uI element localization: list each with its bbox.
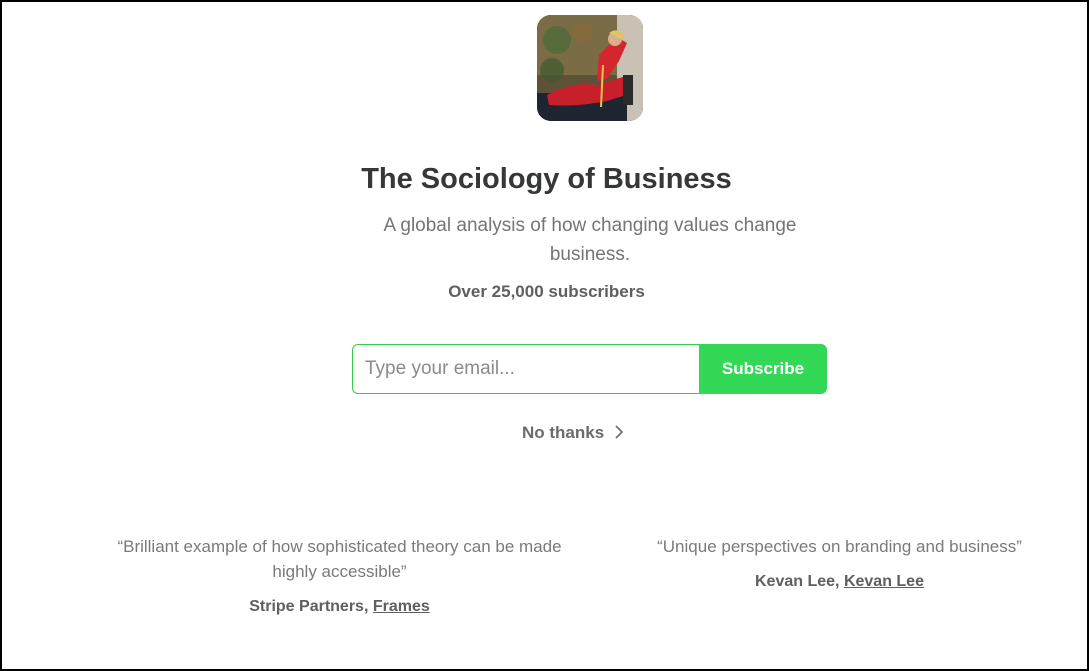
subscribe-button[interactable]: Subscribe [699,344,827,394]
publication-title: The Sociology of Business [361,163,732,195]
signup-form: Subscribe [352,344,827,394]
publication-subtitle: A global analysis of how changing values… [383,215,797,265]
testimonial-source-link[interactable]: Kevan Lee [844,573,924,590]
no-thanks-label: No thanks [522,423,605,442]
no-thanks-link[interactable]: No thanks [522,421,624,445]
subscriber-count: Over 25,000 subscribers [448,282,645,301]
logo-image [537,15,643,121]
testimonial-author: Kevan Lee, [755,573,844,590]
publication-logo [537,15,643,121]
subscribe-page: The Sociology of Business A global analy… [0,0,1089,671]
testimonial-author: Stripe Partners, [249,598,373,615]
email-input[interactable] [352,344,699,394]
testimonial-attribution: Kevan Lee, Kevan Lee [622,571,1057,593]
chevron-right-icon [614,423,624,444]
testimonial-source-link[interactable]: Frames [373,598,430,615]
testimonial-attribution: Stripe Partners, Frames [102,596,577,618]
testimonial-quote: “Brilliant example of how sophisticated … [117,537,562,581]
testimonial-quote: “Unique perspectives on branding and bus… [657,537,1022,556]
